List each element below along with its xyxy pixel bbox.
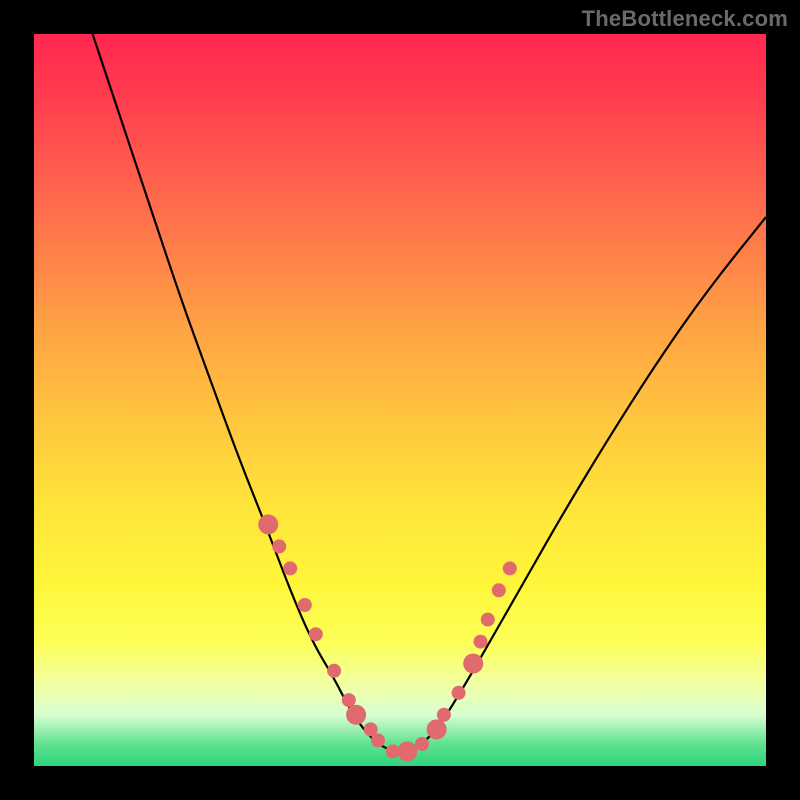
- accent-point: [346, 705, 366, 725]
- chart-frame: TheBottleneck.com: [0, 0, 800, 800]
- accent-point: [397, 741, 417, 761]
- accent-point: [283, 561, 297, 575]
- accent-point: [452, 686, 466, 700]
- accent-point: [309, 627, 323, 641]
- watermark-text: TheBottleneck.com: [582, 6, 788, 32]
- accent-point: [503, 561, 517, 575]
- accent-point: [258, 514, 278, 534]
- accent-point: [427, 719, 447, 739]
- accent-point: [327, 664, 341, 678]
- accent-point: [371, 733, 385, 747]
- plot-area: [34, 34, 766, 766]
- accent-point: [298, 598, 312, 612]
- curve-svg: [34, 34, 766, 766]
- accent-point: [492, 583, 506, 597]
- accent-point: [415, 737, 429, 751]
- accent-point: [481, 613, 495, 627]
- accent-point: [342, 693, 356, 707]
- accent-points: [258, 514, 517, 761]
- bottleneck-curve: [93, 34, 766, 751]
- accent-point: [463, 654, 483, 674]
- accent-point: [474, 635, 488, 649]
- accent-point: [437, 708, 451, 722]
- accent-point: [272, 539, 286, 553]
